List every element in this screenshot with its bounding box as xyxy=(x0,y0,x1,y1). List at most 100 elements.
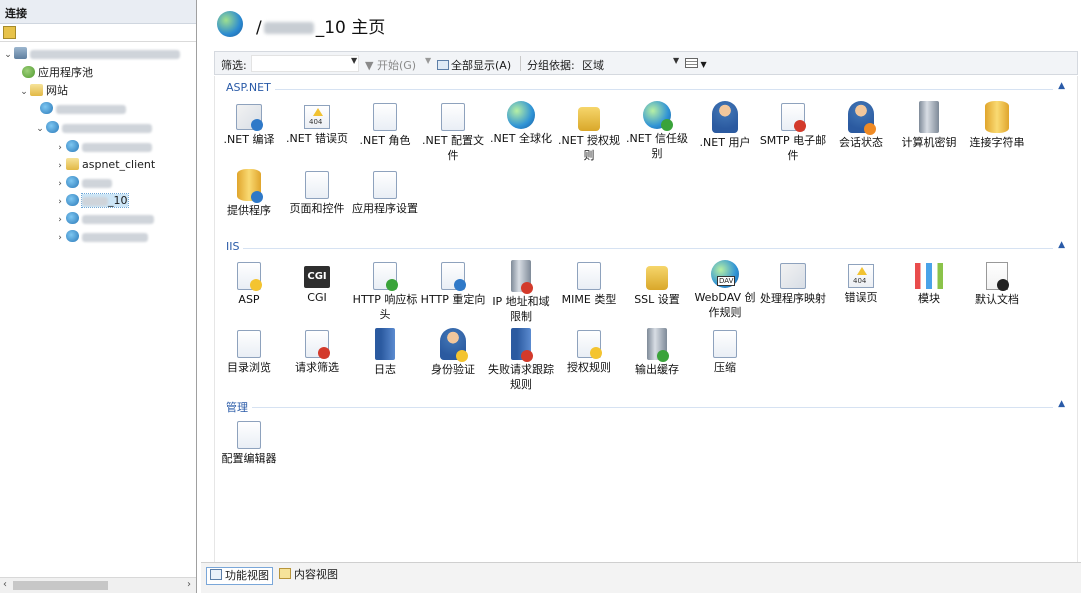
default-document-icon xyxy=(986,262,1009,291)
start-dropdown-icon[interactable]: ▼ xyxy=(425,56,431,65)
tree-item[interactable]: › xyxy=(54,175,112,191)
app-settings-icon xyxy=(373,171,397,199)
modules-icon xyxy=(915,263,943,289)
sites-icon xyxy=(30,84,43,96)
feature-smtp-email[interactable]: SMTP 电子邮件 xyxy=(759,101,827,163)
collapse-group-icon[interactable]: ▲ xyxy=(1058,399,1065,409)
connections-pane: 连接 ⌄ 应用程序池 ⌄ 网站 ⌄ › › aspnet_client › › … xyxy=(0,0,197,593)
trust-level-icon xyxy=(643,101,673,131)
site-globe-icon xyxy=(217,11,243,37)
site-icon xyxy=(40,102,53,114)
feature-request-filtering[interactable]: 请求筛选 xyxy=(283,328,351,375)
collapse-icon[interactable]: ⌄ xyxy=(2,47,14,63)
feature-webdav-authoring-rules[interactable]: DAV WebDAV 创作规则 xyxy=(691,260,759,320)
feature-net-authorization-rules[interactable]: .NET 授权规则 xyxy=(555,101,623,163)
ssl-lock-icon xyxy=(646,266,668,290)
group-by-label: 分组依据: xyxy=(527,59,575,72)
feature-net-users[interactable]: .NET 用户 xyxy=(691,101,759,150)
group-by-select[interactable]: 区域 xyxy=(582,57,604,73)
feature-error-pages[interactable]: 错误页 xyxy=(827,260,895,305)
feature-net-trust-levels[interactable]: .NET 信任级别 xyxy=(623,101,691,161)
feature-net-compilation[interactable]: .NET 编译 xyxy=(215,101,283,147)
tab-content-view[interactable]: 内容视图 xyxy=(276,567,341,585)
feature-failed-request-tracing[interactable]: 失败请求跟踪规则 xyxy=(487,328,555,392)
feature-http-redirect[interactable]: HTTP 重定向 xyxy=(419,260,487,307)
feature-handler-mappings[interactable]: 处理程序映射 xyxy=(759,260,827,306)
feature-modules[interactable]: 模块 xyxy=(895,260,963,306)
feature-default-document[interactable]: 默认文档 xyxy=(963,260,1031,307)
expand-icon[interactable]: › xyxy=(54,158,66,174)
collapse-group-icon[interactable]: ▲ xyxy=(1058,240,1065,250)
app-pools-icon xyxy=(22,66,35,78)
feature-machine-key[interactable]: 计算机密钥 xyxy=(895,101,963,150)
feature-ip-domain-restrictions[interactable]: IP 地址和域限制 xyxy=(487,260,555,324)
scroll-right-icon[interactable]: › xyxy=(187,579,191,590)
scroll-thumb[interactable] xyxy=(13,581,108,590)
redacted-label xyxy=(56,104,126,114)
feature-net-globalization[interactable]: .NET 全球化 xyxy=(487,101,555,146)
page-title: / _10 主页 xyxy=(256,18,386,38)
group-aspnet-header[interactable]: ASP.NET ▲ xyxy=(215,81,1079,97)
feature-net-roles[interactable]: .NET 角色 xyxy=(351,101,419,148)
tree-item[interactable]: › xyxy=(54,211,154,227)
feature-authorization-rules[interactable]: 授权规则 xyxy=(555,328,623,375)
server-name-redacted xyxy=(30,49,180,59)
view-mode-button[interactable]: ▼ xyxy=(685,57,707,70)
feature-output-caching[interactable]: 输出缓存 xyxy=(623,328,691,377)
feature-http-response-headers[interactable]: HTTP 响应标头 xyxy=(351,260,419,322)
expand-icon[interactable]: › xyxy=(54,140,66,156)
expand-icon[interactable]: › xyxy=(54,194,66,210)
feature-net-profile[interactable]: .NET 配置文件 xyxy=(419,101,487,163)
expand-icon[interactable]: › xyxy=(54,212,66,228)
feature-connection-strings[interactable]: 连接字符串 xyxy=(963,101,1031,150)
collapse-group-icon[interactable]: ▲ xyxy=(1058,81,1065,91)
scroll-left-icon[interactable]: ‹ xyxy=(3,579,7,590)
tree-app-pools[interactable]: 应用程序池 xyxy=(22,65,93,81)
session-state-icon xyxy=(848,101,876,135)
feature-logging[interactable]: 日志 xyxy=(351,328,419,377)
connect-icon[interactable] xyxy=(3,25,16,39)
tree-default-web-site[interactable]: ⌄ xyxy=(34,120,152,136)
connections-toolbar xyxy=(0,24,196,42)
tree-item[interactable]: › xyxy=(54,229,148,245)
filter-input[interactable] xyxy=(251,55,359,72)
feature-net-error-pages[interactable]: .NET 错误页 xyxy=(283,101,351,146)
feature-providers[interactable]: 提供程序 xyxy=(215,169,283,218)
tree-server[interactable]: ⌄ xyxy=(2,46,180,62)
feature-ssl-settings[interactable]: SSL 设置 xyxy=(623,260,691,307)
connections-title: 连接 xyxy=(0,0,196,24)
expand-icon[interactable]: › xyxy=(54,230,66,246)
tree-item[interactable]: › xyxy=(54,139,152,155)
collapse-icon[interactable]: ⌄ xyxy=(34,121,46,137)
feature-session-state[interactable]: 会话状态 xyxy=(827,101,895,150)
filter-dropdown-icon[interactable]: ▼ xyxy=(351,56,357,65)
feature-cgi[interactable]: CGI CGI xyxy=(283,260,351,305)
tree-aspnet-client[interactable]: › aspnet_client xyxy=(54,157,155,173)
tree-item[interactable] xyxy=(40,101,126,117)
site-icon xyxy=(46,121,59,133)
tab-features-view[interactable]: 功能视图 xyxy=(206,567,273,585)
directory-browsing-icon xyxy=(237,330,261,358)
group-management-header[interactable]: 管理 ▲ xyxy=(215,399,1079,415)
site-icon xyxy=(66,140,79,152)
start-filter-button[interactable]: ▼ 开始(G) xyxy=(365,57,416,73)
asp-icon xyxy=(237,262,262,291)
feature-pages-and-controls[interactable]: 页面和控件 xyxy=(283,169,351,216)
redacted-label xyxy=(82,178,112,188)
feature-application-settings[interactable]: 应用程序设置 xyxy=(351,169,419,216)
group-by-dropdown-icon[interactable]: ▼ xyxy=(673,56,679,65)
feature-directory-browsing[interactable]: 目录浏览 xyxy=(215,328,283,375)
feature-configuration-editor[interactable]: 配置编辑器 xyxy=(215,419,283,466)
feature-authentication[interactable]: 身份验证 xyxy=(419,328,487,377)
show-all-button[interactable]: 全部显示(A) xyxy=(437,57,511,73)
feature-compression[interactable]: 压缩 xyxy=(691,328,759,375)
feature-asp[interactable]: ASP xyxy=(215,260,283,307)
feature-mime-types[interactable]: MIME 类型 xyxy=(555,260,623,307)
tree-selected-site[interactable]: › _10 xyxy=(54,193,129,210)
horizontal-scrollbar[interactable]: ‹ › xyxy=(0,577,196,593)
redacted-label xyxy=(82,142,152,152)
group-iis-header[interactable]: IIS ▲ xyxy=(215,240,1079,256)
expand-icon[interactable]: › xyxy=(54,176,66,192)
collapse-icon[interactable]: ⌄ xyxy=(18,84,30,100)
tree-sites[interactable]: ⌄ 网站 xyxy=(18,83,68,99)
